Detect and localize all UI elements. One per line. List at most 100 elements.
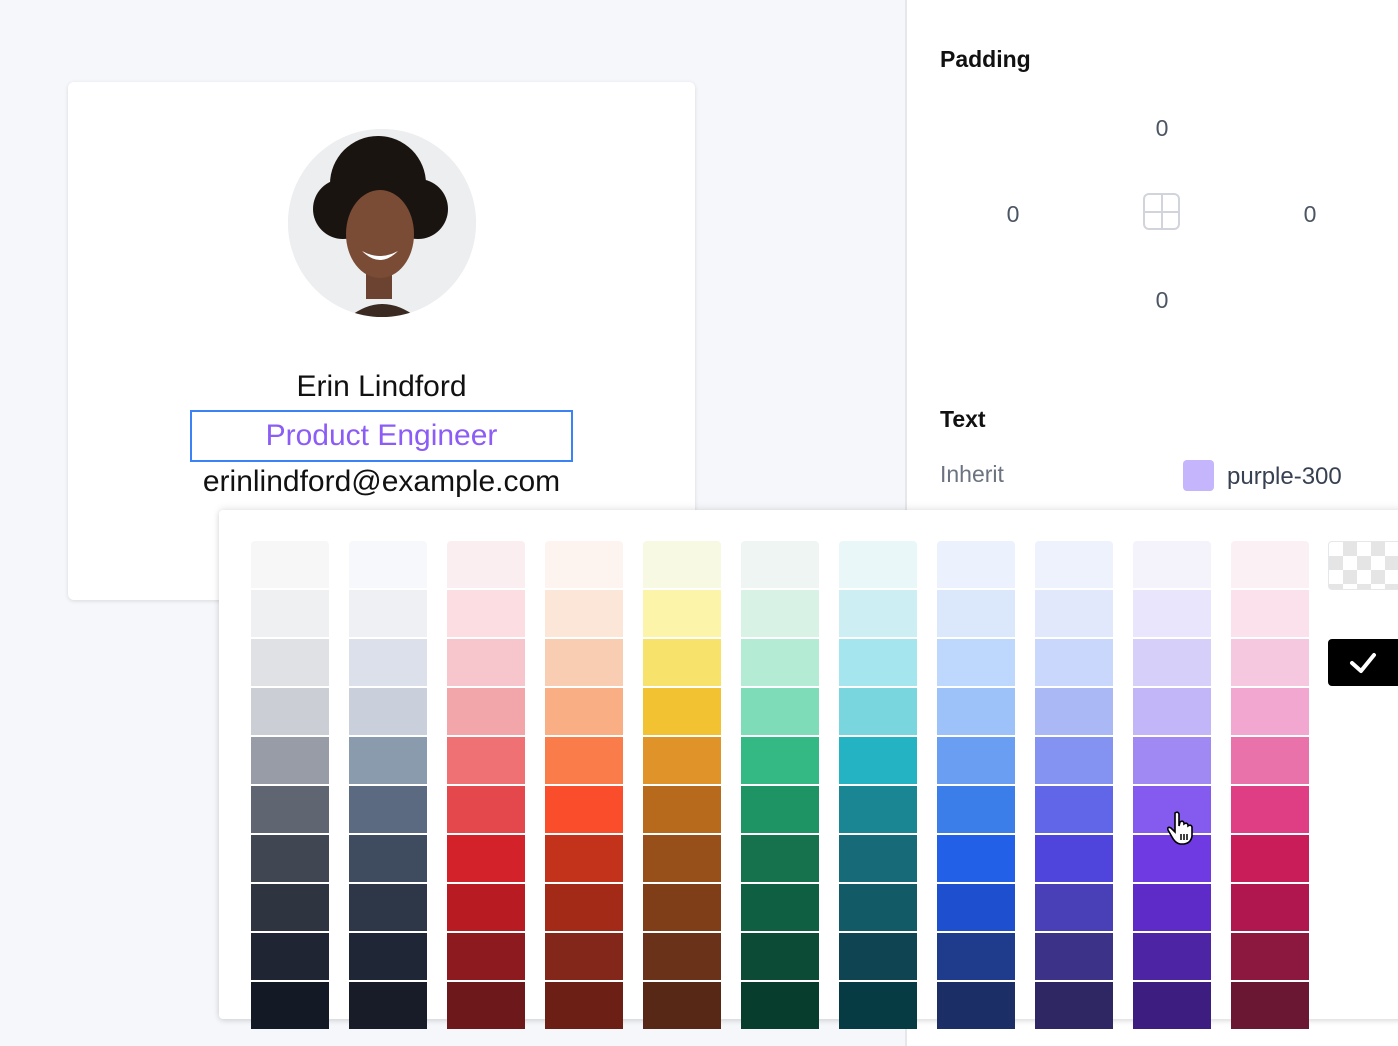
color-swatch[interactable] (1231, 541, 1309, 588)
color-swatch[interactable] (447, 590, 525, 637)
color-swatch[interactable] (1133, 639, 1211, 686)
color-swatch[interactable] (643, 688, 721, 735)
color-swatch[interactable] (1035, 884, 1113, 931)
padding-top-value[interactable]: 0 (1142, 115, 1182, 142)
color-swatch[interactable] (643, 835, 721, 882)
color-swatch[interactable] (937, 933, 1015, 980)
color-swatch[interactable] (251, 639, 329, 686)
current-color-name[interactable]: purple-300 (1227, 463, 1342, 491)
color-swatch[interactable] (1133, 884, 1211, 931)
profile-title-selected[interactable]: Product Engineer (190, 410, 573, 462)
color-swatch[interactable] (447, 639, 525, 686)
color-swatch[interactable] (839, 884, 917, 931)
color-swatch[interactable] (251, 737, 329, 784)
color-swatch[interactable] (349, 884, 427, 931)
color-swatch[interactable] (1035, 688, 1113, 735)
color-swatch[interactable] (1231, 786, 1309, 833)
color-swatch[interactable] (1133, 541, 1211, 588)
color-swatch[interactable] (447, 884, 525, 931)
color-swatch[interactable] (741, 688, 819, 735)
color-swatch[interactable] (839, 982, 917, 1029)
color-swatch[interactable] (251, 835, 329, 882)
color-swatch[interactable] (349, 835, 427, 882)
color-swatch[interactable] (937, 541, 1015, 588)
color-swatch[interactable] (741, 884, 819, 931)
color-swatch[interactable] (251, 982, 329, 1029)
color-swatch[interactable] (349, 982, 427, 1029)
color-swatch[interactable] (545, 737, 623, 784)
color-swatch[interactable] (937, 590, 1015, 637)
color-swatch[interactable] (643, 933, 721, 980)
color-swatch[interactable] (1231, 590, 1309, 637)
color-swatch[interactable] (937, 688, 1015, 735)
color-swatch[interactable] (349, 590, 427, 637)
color-swatch[interactable] (839, 835, 917, 882)
color-swatch[interactable] (937, 982, 1015, 1029)
color-swatch[interactable] (839, 737, 917, 784)
color-swatch[interactable] (1035, 835, 1113, 882)
color-swatch[interactable] (643, 639, 721, 686)
color-swatch[interactable] (839, 688, 917, 735)
color-swatch[interactable] (1133, 982, 1211, 1029)
color-swatch[interactable] (349, 786, 427, 833)
color-swatch[interactable] (741, 639, 819, 686)
color-swatch[interactable] (545, 933, 623, 980)
color-swatch[interactable] (741, 737, 819, 784)
padding-left-value[interactable]: 0 (993, 201, 1033, 228)
color-swatch[interactable] (251, 786, 329, 833)
color-swatch[interactable] (1035, 933, 1113, 980)
color-swatch[interactable] (545, 639, 623, 686)
color-swatch[interactable] (937, 786, 1015, 833)
color-swatch[interactable] (839, 786, 917, 833)
color-swatch[interactable] (741, 982, 819, 1029)
color-swatch[interactable] (447, 786, 525, 833)
color-swatch[interactable] (741, 933, 819, 980)
color-swatch[interactable] (1133, 688, 1211, 735)
color-swatch[interactable] (741, 786, 819, 833)
padding-bottom-value[interactable]: 0 (1142, 287, 1182, 314)
transparent-icon[interactable] (1328, 541, 1398, 590)
color-swatch[interactable] (1133, 933, 1211, 980)
color-swatch[interactable] (251, 933, 329, 980)
color-swatch[interactable] (741, 835, 819, 882)
color-swatch[interactable] (741, 541, 819, 588)
color-swatch[interactable] (447, 835, 525, 882)
color-swatch[interactable] (251, 884, 329, 931)
color-swatch[interactable] (349, 737, 427, 784)
color-swatch[interactable] (937, 639, 1015, 686)
color-swatch[interactable] (1035, 639, 1113, 686)
color-swatch[interactable] (447, 737, 525, 784)
inherit-option[interactable]: Inherit (940, 461, 1004, 488)
color-swatch[interactable] (643, 786, 721, 833)
color-swatch[interactable] (1231, 982, 1309, 1029)
color-swatch[interactable] (251, 590, 329, 637)
color-swatch[interactable] (1133, 590, 1211, 637)
color-swatch[interactable] (251, 688, 329, 735)
color-swatch[interactable] (1035, 982, 1113, 1029)
color-swatch[interactable] (937, 884, 1015, 931)
color-swatch[interactable] (545, 541, 623, 588)
color-swatch[interactable] (1035, 737, 1113, 784)
color-swatch[interactable] (937, 737, 1015, 784)
color-swatch[interactable] (839, 639, 917, 686)
color-swatch[interactable] (447, 982, 525, 1029)
color-swatch[interactable] (1231, 835, 1309, 882)
color-swatch[interactable] (1231, 737, 1309, 784)
color-swatch[interactable] (447, 688, 525, 735)
color-swatch[interactable] (839, 541, 917, 588)
color-swatch[interactable] (545, 835, 623, 882)
color-swatch[interactable] (1231, 688, 1309, 735)
padding-all-icon[interactable] (1143, 193, 1180, 230)
color-swatch[interactable] (545, 590, 623, 637)
color-swatch[interactable] (643, 982, 721, 1029)
color-swatch[interactable] (349, 933, 427, 980)
color-swatch[interactable] (643, 737, 721, 784)
color-swatch[interactable] (937, 835, 1015, 882)
color-swatch[interactable] (1035, 541, 1113, 588)
color-swatch[interactable] (839, 933, 917, 980)
color-swatch[interactable] (839, 590, 917, 637)
color-swatch[interactable] (545, 688, 623, 735)
color-swatch[interactable] (251, 541, 329, 588)
color-swatch[interactable] (545, 884, 623, 931)
color-swatch[interactable] (1231, 639, 1309, 686)
